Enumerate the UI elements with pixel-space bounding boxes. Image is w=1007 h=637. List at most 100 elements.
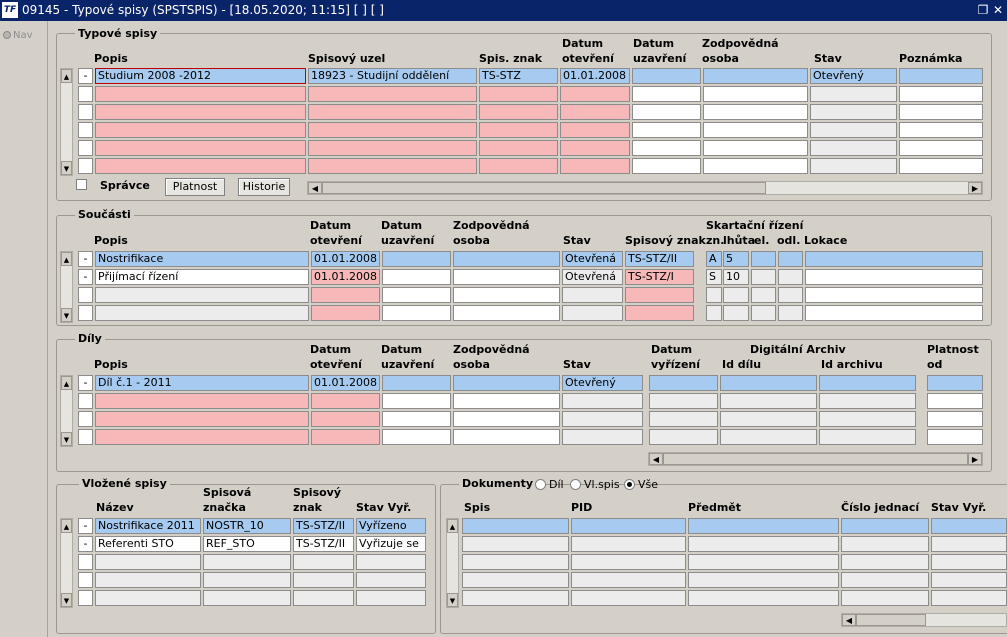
dily-vscroll[interactable]: ▲ ▼ xyxy=(60,375,73,447)
typove-popis-input[interactable] xyxy=(95,140,306,156)
typove-otevreni-input[interactable] xyxy=(560,104,630,120)
soucasti-osoba-input[interactable] xyxy=(453,251,560,267)
scroll-right-icon[interactable]: ▶ xyxy=(968,453,982,465)
dily-platnost-input[interactable] xyxy=(927,375,983,391)
soucasti-osoba-input[interactable] xyxy=(453,287,560,303)
typove-otevreni-input[interactable] xyxy=(560,158,630,174)
dokumenty-predmet-input[interactable] xyxy=(688,572,839,588)
soucasti-uzavreni-input[interactable] xyxy=(382,305,451,321)
vlozene-stav-input[interactable]: Vyřizuje se xyxy=(356,536,426,552)
typove-poznamka-input[interactable] xyxy=(899,104,983,120)
dily-popis-input[interactable] xyxy=(95,411,309,427)
vlozene-nazev-input[interactable] xyxy=(95,572,201,588)
soucasti-osoba-input[interactable] xyxy=(453,269,560,285)
soucasti-zn-input[interactable]: S xyxy=(706,269,722,285)
soucasti-uzavreni-input[interactable] xyxy=(382,269,451,285)
typove-stav-input[interactable] xyxy=(810,122,897,138)
soucasti-el-input[interactable] xyxy=(751,305,776,321)
soucasti-lhuta-input[interactable] xyxy=(723,305,749,321)
row-indicator[interactable] xyxy=(78,140,93,156)
scroll-left-icon[interactable]: ◀ xyxy=(842,614,856,626)
typove-otevreni-input[interactable] xyxy=(560,86,630,102)
dokumenty-stav-input[interactable] xyxy=(931,518,1007,534)
scroll-up-icon[interactable]: ▲ xyxy=(61,69,72,83)
dokumenty-spis-input[interactable] xyxy=(462,518,569,534)
dily-iddilu-input[interactable] xyxy=(720,429,817,445)
soucasti-lokace-input[interactable] xyxy=(805,251,983,267)
dily-vyrizeni-input[interactable] xyxy=(649,393,718,409)
dokumenty-pid-input[interactable] xyxy=(571,590,686,606)
dily-uzavreni-input[interactable] xyxy=(382,429,451,445)
dily-osoba-input[interactable] xyxy=(453,411,560,427)
vlozene-nazev-input[interactable] xyxy=(95,554,201,570)
soucasti-vscroll[interactable]: ▲ ▼ xyxy=(60,251,73,323)
dily-hscroll[interactable]: ◀ ▶ xyxy=(648,452,983,466)
radio-dil[interactable] xyxy=(535,479,546,490)
vlozene-stav-input[interactable] xyxy=(356,590,426,606)
soucasti-otevreni-input[interactable] xyxy=(311,287,380,303)
soucasti-zn-input[interactable] xyxy=(706,305,722,321)
row-indicator[interactable] xyxy=(78,86,93,102)
soucasti-znak-input[interactable]: TS-STZ/II xyxy=(625,251,694,267)
dily-vyrizeni-input[interactable] xyxy=(649,429,718,445)
dokumenty-spis-input[interactable] xyxy=(462,536,569,552)
dily-otevreni-input[interactable]: 01.01.2008 xyxy=(311,375,380,391)
dokumenty-predmet-input[interactable] xyxy=(688,554,839,570)
dily-uzavreni-input[interactable] xyxy=(382,393,451,409)
dily-platnost-input[interactable] xyxy=(927,393,983,409)
row-indicator[interactable] xyxy=(78,429,93,445)
typove-stav-input[interactable] xyxy=(810,86,897,102)
dily-popis-input[interactable] xyxy=(95,429,309,445)
dokumenty-stav-input[interactable] xyxy=(931,536,1007,552)
row-indicator[interactable] xyxy=(78,393,93,409)
soucasti-stav-input[interactable]: Otevřená xyxy=(562,251,623,267)
row-indicator[interactable] xyxy=(78,287,93,303)
typove-uzel-input[interactable] xyxy=(308,104,477,120)
soucasti-zn-input[interactable] xyxy=(706,287,722,303)
row-indicator[interactable] xyxy=(78,158,93,174)
soucasti-popis-input[interactable] xyxy=(95,287,309,303)
vlozene-znacka-input[interactable] xyxy=(203,590,291,606)
typove-popis-input[interactable]: Studium 2008 -2012 xyxy=(95,68,306,84)
soucasti-otevreni-input[interactable]: 01.01.2008 xyxy=(311,251,380,267)
dily-platnost-input[interactable] xyxy=(927,411,983,427)
dily-otevreni-input[interactable] xyxy=(311,411,380,427)
scroll-up-icon[interactable]: ▲ xyxy=(61,376,72,390)
dily-stav-input[interactable] xyxy=(562,411,643,427)
dily-popis-input[interactable]: Díl č.1 - 2011 xyxy=(95,375,309,391)
dokumenty-spis-input[interactable] xyxy=(462,554,569,570)
soucasti-odl-input[interactable] xyxy=(778,287,803,303)
typove-osoba-input[interactable] xyxy=(703,104,808,120)
row-indicator[interactable] xyxy=(78,104,93,120)
scroll-up-icon[interactable]: ▲ xyxy=(61,252,72,266)
soucasti-el-input[interactable] xyxy=(751,269,776,285)
soucasti-uzavreni-input[interactable] xyxy=(382,251,451,267)
dily-stav-input[interactable]: Otevřený xyxy=(562,375,643,391)
typove-osoba-input[interactable] xyxy=(703,86,808,102)
soucasti-otevreni-input[interactable] xyxy=(311,305,380,321)
dily-idarchivu-input[interactable] xyxy=(819,393,916,409)
typove-znak-input[interactable]: TS-STZ xyxy=(479,68,558,84)
typove-stav-input[interactable] xyxy=(810,140,897,156)
vlozene-nazev-input[interactable]: Referenti STO xyxy=(95,536,201,552)
vlozene-znacka-input[interactable]: NOSTR_10 xyxy=(203,518,291,534)
row-indicator[interactable] xyxy=(78,305,93,321)
vlozene-vscroll[interactable]: ▲ ▼ xyxy=(60,518,73,608)
dokumenty-predmet-input[interactable] xyxy=(688,518,839,534)
vlozene-znacka-input[interactable] xyxy=(203,572,291,588)
dokumenty-pid-input[interactable] xyxy=(571,572,686,588)
dokumenty-pid-input[interactable] xyxy=(571,518,686,534)
dily-vyrizeni-input[interactable] xyxy=(649,375,718,391)
dokumenty-hscroll[interactable]: ◀ xyxy=(841,613,1007,627)
vlozene-nazev-input[interactable] xyxy=(95,590,201,606)
row-indicator[interactable] xyxy=(78,411,93,427)
scroll-down-icon[interactable]: ▼ xyxy=(61,161,72,175)
soucasti-lokace-input[interactable] xyxy=(805,269,983,285)
typove-uzavreni-input[interactable] xyxy=(632,158,701,174)
dily-platnost-input[interactable] xyxy=(927,429,983,445)
typove-osoba-input[interactable] xyxy=(703,122,808,138)
soucasti-stav-input[interactable] xyxy=(562,305,623,321)
dily-osoba-input[interactable] xyxy=(453,429,560,445)
soucasti-lokace-input[interactable] xyxy=(805,287,983,303)
vlozene-stav-input[interactable]: Vyřízeno xyxy=(356,518,426,534)
